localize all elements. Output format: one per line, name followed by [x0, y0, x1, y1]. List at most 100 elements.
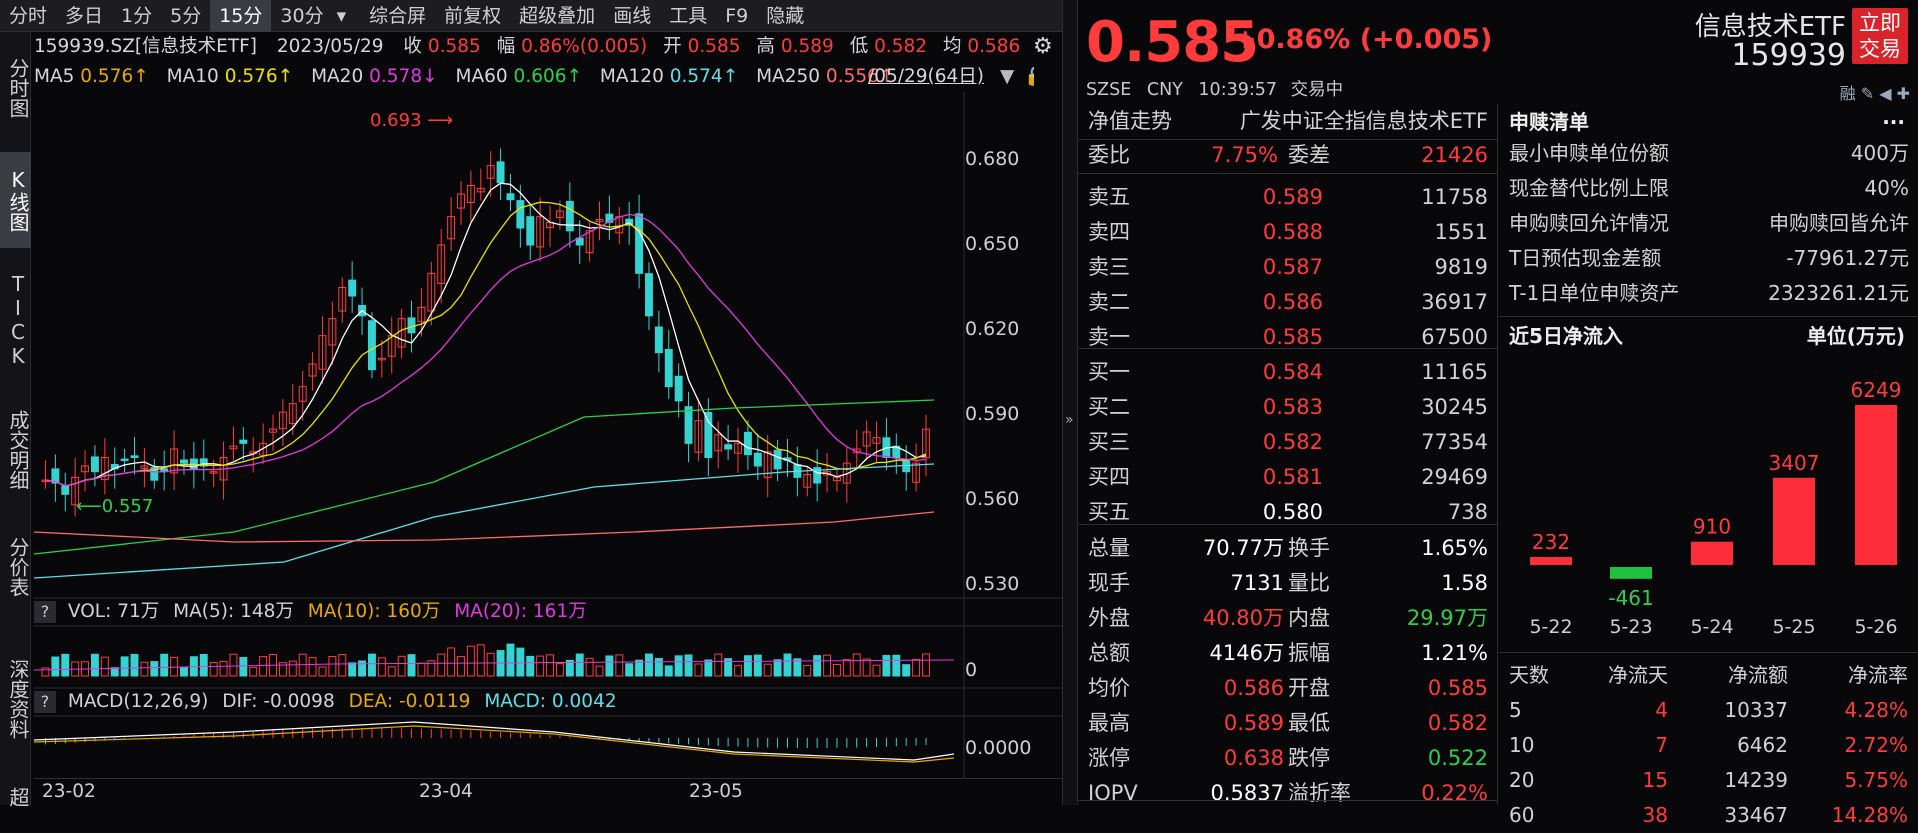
close-value: 0.585: [427, 36, 481, 57]
trade-now-button[interactable]: 立即交易: [1852, 8, 1908, 64]
bid-price[interactable]: 0.582: [1263, 425, 1323, 460]
tab-11[interactable]: 工具: [660, 0, 716, 32]
wb-value: 7.75%: [1211, 143, 1278, 167]
flow-table-header: 天数 净流天 净流额 净流率: [1499, 658, 1918, 693]
volume-help-icon[interactable]: ?: [34, 601, 56, 623]
volume-bar: [526, 655, 535, 677]
period-toolbar: 分时 多日 1分 5分 15分 30分 ▾ 综合屏 前复权 超级叠加 画线 工具 F9 隐藏: [0, 0, 1062, 32]
inflow-date-label: 5-24: [1690, 616, 1733, 638]
tab-1[interactable]: 多日: [56, 0, 112, 32]
ask-price[interactable]: 0.588: [1263, 215, 1323, 250]
stat-value: 40.80万: [1202, 606, 1284, 630]
macd-help-icon[interactable]: ?: [34, 691, 56, 713]
ask-price[interactable]: 0.589: [1263, 180, 1323, 215]
bid-row: 买一 0.584 11165: [1078, 355, 1498, 390]
tab-3[interactable]: 5分: [161, 0, 210, 32]
settings-icon[interactable]: ⚙: [1033, 32, 1053, 62]
volume-bar: [734, 665, 742, 677]
ask-row: 卖五 0.589 11758: [1078, 180, 1498, 215]
ma60-label: MA60: [455, 66, 508, 87]
stat-row: 总量 70.77万 换手 1.65%: [1078, 531, 1498, 566]
flow-cell: 4.28%: [1844, 698, 1908, 722]
lock-icon[interactable]: 🔒: [1024, 62, 1034, 92]
tab-12[interactable]: F9: [716, 0, 757, 32]
volume-bar: [555, 663, 564, 677]
ask-price[interactable]: 0.587: [1263, 250, 1323, 285]
ask-price[interactable]: 0.586: [1263, 285, 1323, 320]
range-dropdown-icon[interactable]: ▼: [1000, 62, 1014, 92]
candle-body: [516, 200, 525, 229]
price-tick: 0.530: [965, 573, 1020, 595]
candle-body: [180, 459, 188, 464]
tab-5[interactable]: 30分: [271, 0, 332, 32]
volume-bar: [367, 653, 376, 677]
nav-item-6[interactable]: 超: [0, 782, 31, 812]
nav-item-3[interactable]: 成交明细: [0, 390, 31, 510]
panel-collapse-handle[interactable]: »: [1062, 0, 1078, 805]
wc-label: 委差: [1288, 143, 1330, 167]
ma120-label: MA120: [599, 66, 664, 87]
inflow-bar: [1610, 567, 1652, 579]
ask-row: 卖二 0.586 36917: [1078, 285, 1498, 320]
header-icons[interactable]: 融 ✎ ◀ ✚: [1840, 80, 1910, 104]
stat-label: 开盘: [1288, 676, 1330, 700]
kline-chart[interactable]: 0.693 ⟶ ⟵0.557: [34, 92, 1062, 778]
ask-price[interactable]: 0.585: [1263, 320, 1323, 355]
stat-value: 7131: [1230, 571, 1284, 595]
bid-price[interactable]: 0.584: [1263, 355, 1323, 390]
dif-line: [34, 721, 955, 761]
tab-6[interactable]: ▾: [333, 0, 361, 32]
tab-4[interactable]: 15分: [210, 0, 272, 32]
tab-13[interactable]: 隐藏: [757, 0, 813, 32]
nav-label[interactable]: 净值走势: [1088, 104, 1172, 139]
high-value: 0.589: [780, 36, 834, 57]
bid-price[interactable]: 0.581: [1263, 460, 1323, 495]
volume-bar: [338, 654, 347, 677]
more-icon[interactable]: ···: [1882, 106, 1905, 138]
ma-line: MA5 0.576↑ MA10 0.576↑ MA20 0.578↓ MA60 …: [34, 62, 1034, 92]
order-book-panel: 净值走势 广发中证全指信息技术ETF 委比 7.75% 委差 21426 卖五 0.589 11…: [1078, 104, 1498, 805]
inflow-value-label: 910: [1693, 515, 1731, 539]
tab-8[interactable]: 前复权: [435, 0, 510, 32]
stat-value: 0.22%: [1421, 781, 1488, 805]
nav-item-5[interactable]: 深度资料: [0, 624, 31, 774]
ask-label: 卖四: [1088, 220, 1130, 244]
tab-7[interactable]: 综合屏: [360, 0, 435, 32]
nav-item-1[interactable]: K线图: [0, 152, 31, 248]
flow-table-row: 10 7 6462 2.72%: [1499, 728, 1918, 763]
volume-bar: [199, 653, 208, 677]
volume-bar: [308, 657, 317, 677]
volume-bar: [852, 653, 861, 677]
volume-bar: [674, 655, 683, 677]
tab-0[interactable]: 分时: [0, 0, 56, 32]
ma10-value: 0.576↑: [224, 66, 294, 87]
nav-item-4[interactable]: 分价表: [0, 522, 31, 612]
open-label: 开: [663, 36, 682, 57]
volume-bar: [892, 654, 901, 677]
collapse-arrow-icon[interactable]: »: [1065, 412, 1074, 428]
candle-body: [664, 348, 673, 388]
stat-label: 溢折率: [1288, 781, 1351, 805]
volume-tick: 0: [965, 659, 978, 681]
flow-title: 近5日净流入 单位(万元): [1509, 320, 1909, 352]
amp-value: 0.86%(0.005): [521, 36, 648, 57]
bid-price[interactable]: 0.583: [1263, 390, 1323, 425]
stat-value: 0.585: [1427, 676, 1488, 700]
ma250-line: [34, 511, 935, 543]
volume-value: VOL: 71万: [67, 601, 160, 622]
stat-value: 0.638: [1223, 746, 1284, 770]
wb-row: 委比 7.75% 委差 21426: [1078, 138, 1498, 173]
stat-value: 1.58: [1441, 571, 1488, 595]
nav-item-2[interactable]: TICK: [0, 262, 31, 377]
ma10-line: [45, 201, 927, 487]
nav-item-0[interactable]: 分时图: [0, 40, 31, 136]
stat-value: 1.65%: [1421, 536, 1488, 560]
bid-volume: 29469: [1421, 465, 1488, 489]
macd-title: MACD(12,26,9): [67, 691, 209, 712]
inflow-date-label: 5-23: [1609, 616, 1652, 638]
range-label[interactable]: /05/29(64日): [868, 62, 984, 92]
candle-body: [773, 449, 782, 470]
tab-2[interactable]: 1分: [112, 0, 161, 32]
tab-10[interactable]: 画线: [604, 0, 660, 32]
tab-9[interactable]: 超级叠加: [510, 0, 604, 32]
